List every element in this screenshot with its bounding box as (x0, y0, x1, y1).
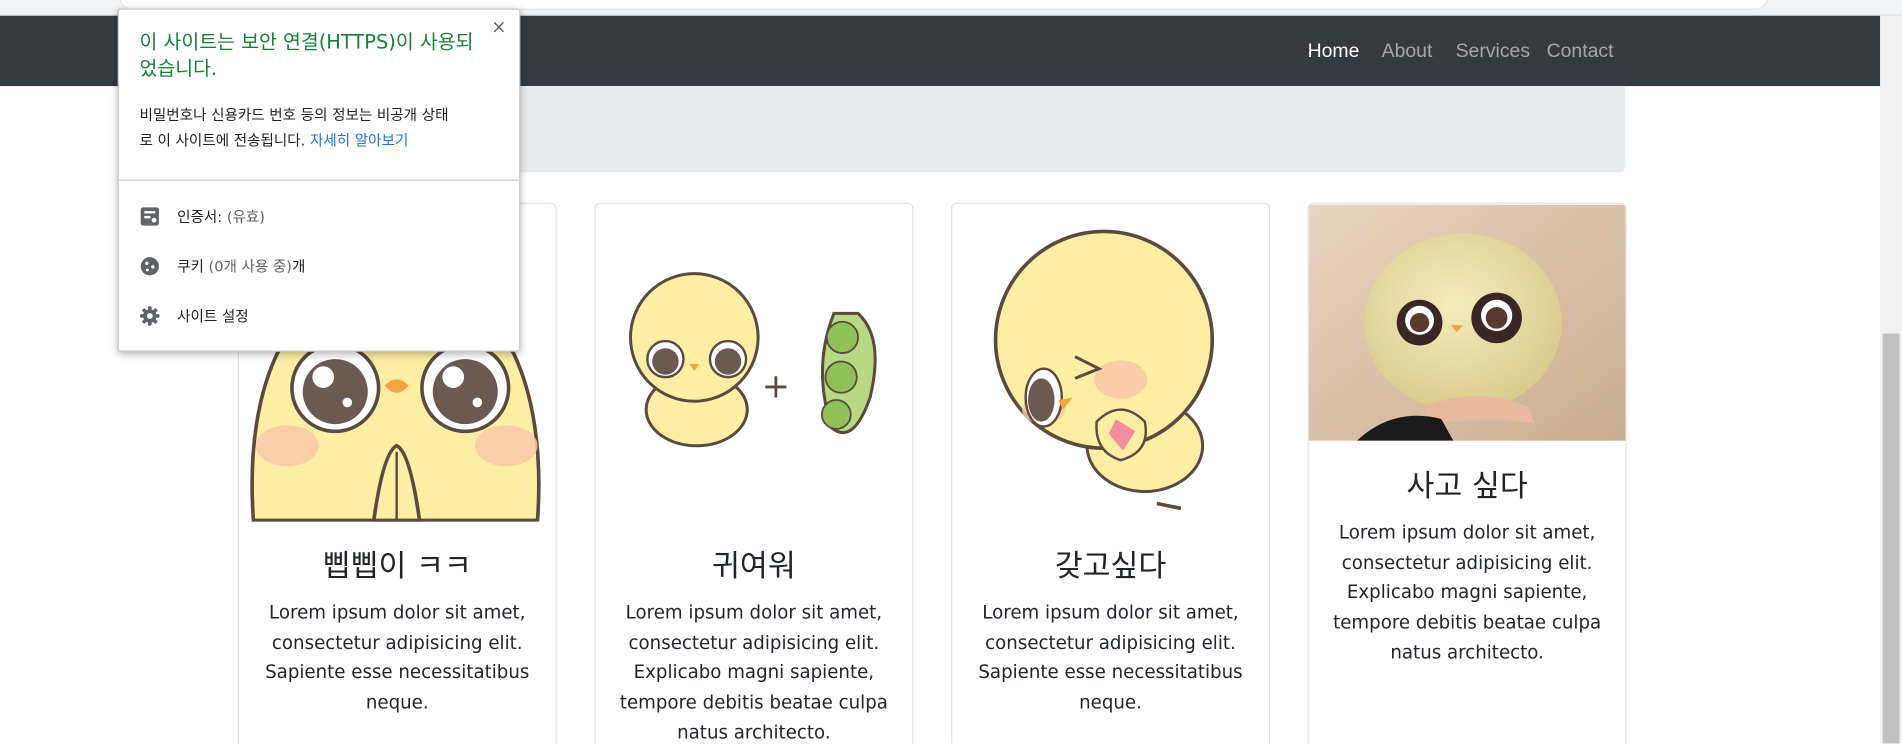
certificate-label: 인증서: (유효) (177, 208, 265, 226)
popup-divider (118, 179, 520, 181)
cookies-label: 쿠키 (0개 사용 중)개 (177, 257, 306, 275)
scrollbar-thumb[interactable] (1882, 333, 1900, 744)
card-3: 갖고싶다 Lorem ipsum dolor sit amet, consect… (950, 202, 1271, 744)
card-2-image: + (628, 272, 877, 448)
card-2: + 귀여워 Lorem ipsum dolor sit amet, consec… (594, 202, 914, 744)
learn-more-link[interactable]: 자세히 알아보기 (310, 132, 408, 149)
gear-icon (140, 305, 160, 326)
nav-about[interactable]: About (1382, 41, 1433, 63)
site-settings-label: 사이트 설정 (177, 307, 249, 325)
secure-connection-description: 비밀번호나 신용카드 번호 등의 정보는 비공개 상태 로 이 사이트에 전송됩… (139, 106, 449, 150)
card-3-title: 갖고싶다 (1054, 548, 1167, 584)
site-settings-row[interactable]: 사이트 설정 (139, 298, 503, 332)
card-2-text: Lorem ipsum dolor sit amet, consectetur … (619, 601, 888, 744)
svg-text:+: + (762, 367, 790, 406)
card-3-text: Lorem ipsum dolor sit amet, consectetur … (978, 601, 1243, 714)
secure-connection-title: 이 사이트는 보안 연결(HTTPS)이 사용되 었습니다. (139, 30, 474, 81)
site-info-popup: × 이 사이트는 보안 연결(HTTPS)이 사용되 었습니다. 비밀번호나 신… (117, 8, 521, 352)
certificate-icon (140, 206, 159, 226)
card-4-image (1308, 204, 1626, 441)
nav-home[interactable]: Home (1308, 41, 1360, 63)
card-4: 사고 싶다 Lorem ipsum dolor sit amet, consec… (1307, 202, 1627, 744)
nav-contact[interactable]: Contact (1547, 41, 1614, 63)
nav-services[interactable]: Services (1456, 41, 1530, 63)
card-4-text: Lorem ipsum dolor sit amet, consectetur … (1333, 521, 1602, 664)
cookies-row[interactable]: 쿠키 (0개 사용 중)개 (139, 249, 503, 283)
card-4-title: 사고 싶다 (1406, 468, 1528, 504)
card-1-title: 삡삡이 ㅋㅋ (322, 548, 472, 584)
card-3-image (993, 229, 1215, 511)
certificate-row[interactable]: 인증서: (유효) (139, 199, 503, 233)
page: Home About Services Contact 삡삡이 ㅋㅋ Lorem… (0, 0, 1902, 744)
card-2-title: 귀여워 (712, 548, 796, 584)
cookie-icon (140, 256, 159, 275)
close-icon[interactable]: × (491, 16, 506, 38)
card-1-text: Lorem ipsum dolor sit amet, consectetur … (265, 601, 530, 714)
